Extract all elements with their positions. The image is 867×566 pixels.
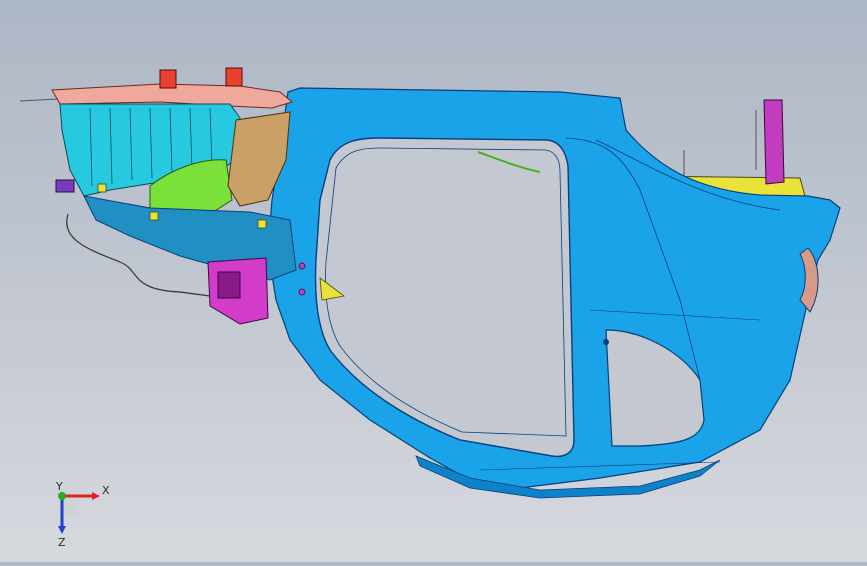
axis-triad: X Y Z	[40, 478, 130, 550]
y-axis-dot	[58, 492, 66, 500]
mount-pad-rear	[225, 67, 243, 87]
left-clip	[55, 179, 75, 193]
x-axis-label: X	[102, 484, 110, 497]
yellow-clip-2	[149, 211, 159, 221]
body-side-assembly[interactable]	[19, 67, 841, 499]
z-axis-label: Z	[58, 536, 66, 549]
cad-3d-viewport[interactable]	[0, 0, 867, 562]
door-aperture	[314, 137, 575, 458]
yellow-clip-3	[257, 219, 267, 229]
y-axis-label: Y	[55, 480, 63, 493]
mount-pad-front	[159, 69, 177, 89]
yellow-clip-1	[97, 183, 107, 193]
rear-vertical-bracket	[763, 99, 785, 185]
